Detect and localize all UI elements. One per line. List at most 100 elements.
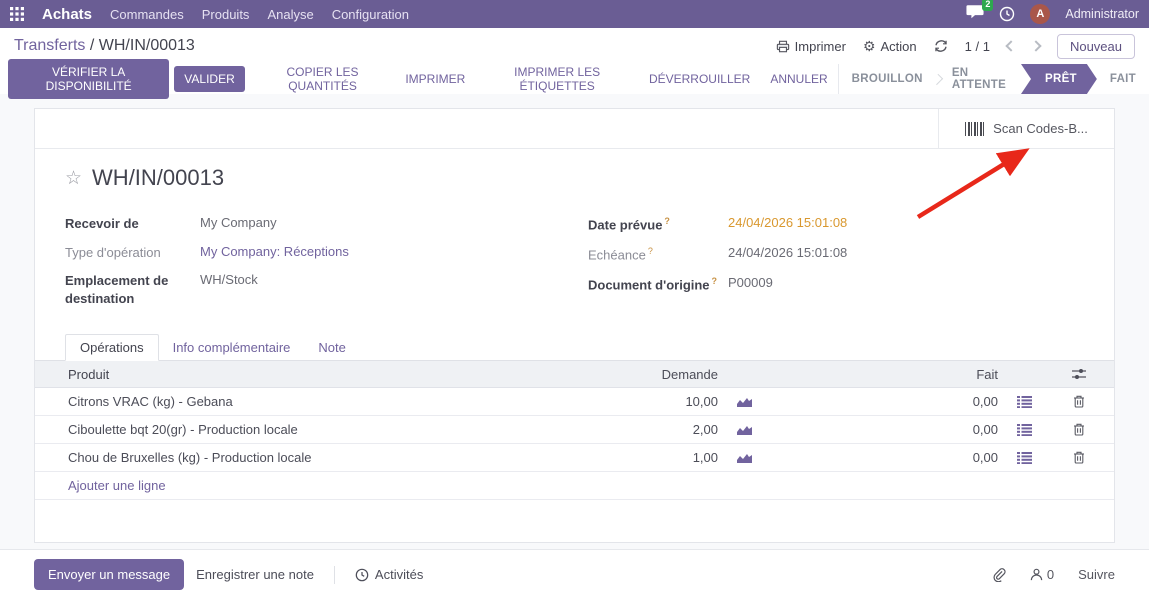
- new-button[interactable]: Nouveau: [1057, 34, 1135, 59]
- send-message-button[interactable]: Envoyer un message: [34, 559, 184, 590]
- user-name[interactable]: Administrator: [1065, 7, 1139, 21]
- chatter: Envoyer un message Enregistrer une note …: [0, 549, 1149, 590]
- table-row: Ciboulette bqt 20(gr) - Production local…: [35, 416, 1114, 444]
- state-pret-active[interactable]: PRÊT: [1021, 64, 1097, 94]
- divider: [334, 566, 335, 584]
- action-label: Action: [881, 39, 917, 54]
- print-button[interactable]: Imprimer: [776, 39, 846, 54]
- messages-count-badge: 2: [982, 0, 993, 11]
- tab-info-complementaire[interactable]: Info complémentaire: [159, 335, 305, 360]
- cancel-button[interactable]: ANNULER: [760, 66, 837, 92]
- add-line-link[interactable]: Ajouter une ligne: [35, 472, 1114, 500]
- clock-icon: [355, 568, 369, 582]
- apps-grid-icon[interactable]: [10, 7, 24, 21]
- field-value-deadline[interactable]: 24/04/2026 15:01:08: [728, 245, 1084, 260]
- print-labels-button[interactable]: IMPRIMER LES ÉTIQUETTES: [475, 59, 639, 99]
- forecast-chart-icon[interactable]: [724, 452, 764, 464]
- activities-clock-icon[interactable]: [999, 6, 1015, 22]
- field-label-recevoir-de: Recevoir de: [65, 215, 200, 233]
- menu-commandes[interactable]: Commandes: [110, 7, 184, 22]
- activities-button[interactable]: Activités: [343, 559, 435, 590]
- detailed-operations-icon[interactable]: [1004, 424, 1044, 436]
- action-menu-button[interactable]: ⚙ Action: [863, 39, 917, 54]
- optional-columns-icon[interactable]: [1044, 368, 1114, 380]
- product-cell[interactable]: Ciboulette bqt 20(gr) - Production local…: [35, 422, 604, 437]
- top-nav-bar: Achats Commandes Produits Analyse Config…: [0, 0, 1149, 28]
- demand-cell[interactable]: 2,00: [604, 422, 724, 437]
- validate-button[interactable]: VALIDER: [174, 66, 244, 92]
- done-cell[interactable]: 0,00: [764, 450, 1004, 465]
- forecast-chart-icon[interactable]: [724, 396, 764, 408]
- field-value-scheduled-date[interactable]: 24/04/2026 15:01:08: [728, 215, 1084, 230]
- form-view: Scan Codes-B... ☆ WH/IN/00013 Recevoir d…: [0, 94, 1149, 549]
- pager-next-icon[interactable]: [1030, 40, 1041, 51]
- column-header-produit[interactable]: Produit: [35, 367, 604, 382]
- menu-configuration[interactable]: Configuration: [332, 7, 409, 22]
- messages-icon[interactable]: 2: [966, 4, 984, 24]
- refresh-button[interactable]: [934, 39, 948, 53]
- breadcrumb-transferts-link[interactable]: Transferts: [14, 37, 85, 54]
- tab-note[interactable]: Note: [304, 335, 359, 360]
- demand-cell[interactable]: 1,00: [604, 450, 724, 465]
- followers-counter[interactable]: 0: [1030, 567, 1054, 582]
- favorite-star-icon[interactable]: ☆: [65, 169, 82, 188]
- activities-label: Activités: [375, 567, 423, 582]
- field-label-emplacement-destination: Emplacement de destination: [65, 272, 200, 307]
- table-row: Citrons VRAC (kg) - Gebana 10,00 0,00: [35, 388, 1114, 416]
- breadcrumb: Transferts / WH/IN/00013: [14, 37, 195, 55]
- help-icon: ?: [664, 216, 670, 226]
- app-name[interactable]: Achats: [42, 6, 92, 23]
- help-icon: ?: [712, 276, 718, 286]
- delete-row-trash-icon[interactable]: [1044, 451, 1114, 464]
- state-fait[interactable]: FAIT: [1097, 64, 1149, 94]
- state-en-attente[interactable]: EN ATTENTE: [939, 64, 1021, 94]
- log-note-button[interactable]: Enregistrer une note: [184, 559, 326, 590]
- detailed-operations-icon[interactable]: [1004, 452, 1044, 464]
- help-icon: ?: [648, 246, 653, 256]
- breadcrumb-current: WH/IN/00013: [99, 37, 195, 54]
- field-label-date-prevue: Date prévue?: [588, 215, 728, 234]
- menu-produits[interactable]: Produits: [202, 7, 250, 22]
- pager: 1 / 1: [965, 39, 990, 54]
- pager-previous-icon[interactable]: [1005, 40, 1016, 51]
- column-header-demande[interactable]: Demande: [604, 367, 724, 382]
- menu-analyse[interactable]: Analyse: [267, 7, 313, 22]
- action-button-row: VÉRIFIER LA DISPONIBILITÉ VALIDER COPIER…: [0, 64, 1149, 94]
- field-value-operation-type[interactable]: My Company: Réceptions: [200, 244, 570, 259]
- product-cell[interactable]: Chou de Bruxelles (kg) - Production loca…: [35, 450, 604, 465]
- gear-icon: ⚙: [863, 39, 876, 53]
- record-title: WH/IN/00013: [92, 165, 224, 191]
- product-cell[interactable]: Citrons VRAC (kg) - Gebana: [35, 394, 604, 409]
- scan-barcodes-button[interactable]: Scan Codes-B...: [938, 109, 1114, 148]
- state-brouillon[interactable]: BROUILLON: [839, 64, 936, 94]
- tab-operations[interactable]: Opérations: [65, 334, 159, 361]
- field-value-source-document[interactable]: P00009: [728, 275, 1084, 290]
- form-fields: Recevoir de My Company Type d'opération …: [65, 215, 1084, 318]
- field-label-type-operation: Type d'opération: [65, 244, 200, 262]
- field-value-destination-location[interactable]: WH/Stock: [200, 272, 570, 287]
- operations-table: Produit Demande Fait Citrons VRAC (kg) -…: [35, 361, 1114, 500]
- copy-quantities-button[interactable]: COPIER LES QUANTITÉS: [250, 59, 396, 99]
- follow-button[interactable]: Suivre: [1078, 567, 1115, 582]
- person-icon: [1030, 568, 1043, 581]
- check-availability-button[interactable]: VÉRIFIER LA DISPONIBILITÉ: [8, 59, 169, 99]
- field-label-echeance: Echéance?: [588, 245, 728, 264]
- field-value-partner[interactable]: My Company: [200, 215, 570, 230]
- user-avatar[interactable]: A: [1030, 4, 1050, 24]
- column-header-fait[interactable]: Fait: [764, 367, 1004, 382]
- attachment-paperclip-icon[interactable]: [992, 567, 1006, 582]
- delete-row-trash-icon[interactable]: [1044, 423, 1114, 436]
- detailed-operations-icon[interactable]: [1004, 396, 1044, 408]
- done-cell[interactable]: 0,00: [764, 422, 1004, 437]
- scan-barcodes-label: Scan Codes-B...: [993, 121, 1088, 136]
- demand-cell[interactable]: 10,00: [604, 394, 724, 409]
- notebook-tabs: Opérations Info complémentaire Note: [35, 334, 1114, 361]
- table-header-row: Produit Demande Fait: [35, 361, 1114, 388]
- unlock-button[interactable]: DÉVERROUILLER: [639, 66, 760, 92]
- done-cell[interactable]: 0,00: [764, 394, 1004, 409]
- table-row: Chou de Bruxelles (kg) - Production loca…: [35, 444, 1114, 472]
- print-label: Imprimer: [795, 39, 846, 54]
- print-operation-button[interactable]: IMPRIMER: [395, 66, 475, 92]
- forecast-chart-icon[interactable]: [724, 424, 764, 436]
- delete-row-trash-icon[interactable]: [1044, 395, 1114, 408]
